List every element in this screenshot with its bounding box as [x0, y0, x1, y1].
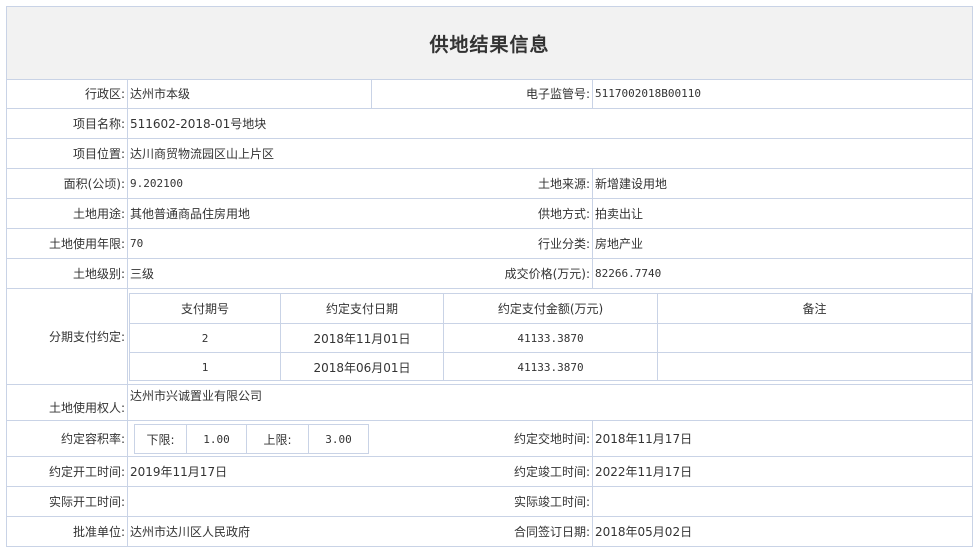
label-handover-time: 约定交地时间: [513, 432, 590, 446]
cell-period: 2 [130, 324, 281, 352]
label-land-use: 土地用途: [72, 207, 125, 221]
row-land-user: 土地使用权人: 达州市兴诚置业有限公司 [7, 385, 972, 421]
value-e-supervision-no: 5117002018B00110 [595, 87, 701, 100]
label-use-years: 土地使用年限: [48, 237, 125, 251]
row-use-years: 土地使用年限: 70 行业分类: 房地产业 [7, 229, 972, 259]
row-actual-start: 实际开工时间: 实际竣工时间: [7, 487, 972, 517]
value-actual-start [128, 487, 371, 516]
value-industry: 房地产业 [595, 237, 644, 251]
far-range-box: 下限: 1.00 上限: 3.00 [134, 424, 369, 454]
far-upper-label: 上限: [247, 425, 309, 453]
label-deal-price: 成交价格(万元): [504, 267, 590, 281]
value-supply-method: 拍卖出让 [595, 207, 644, 221]
label-admin-area: 行政区: [84, 87, 125, 101]
value-admin-area: 达州市本级 [130, 87, 191, 101]
label-supply-method: 供地方式: [537, 207, 590, 221]
label-project-name: 项目名称: [72, 117, 125, 131]
label-contract-date: 合同签订日期: [513, 525, 590, 539]
header-note: 备注 [802, 302, 827, 316]
row-project-location: 项目位置: 达川商贸物流园区山上片区 [7, 139, 972, 169]
cell-period: 1 [130, 353, 281, 381]
value-project-location: 达川商贸物流园区山上片区 [130, 147, 275, 161]
value-start-time: 2019年11月17日 [130, 465, 228, 479]
row-far: 约定容积率: 下限: 1.00 上限: 3.00 约定交地时间: 2018年11… [7, 421, 972, 457]
label-land-grade: 土地级别: [72, 267, 125, 281]
header-period: 支付期号 [130, 294, 281, 323]
installments-header-row: 支付期号 约定支付日期 约定支付金额(万元) 备注 [130, 294, 971, 324]
label-installments: 分期支付约定: [48, 330, 125, 344]
installments-table: 支付期号 约定支付日期 约定支付金额(万元) 备注 2 2018年11月01日 … [129, 293, 972, 381]
value-use-years: 70 [130, 237, 144, 250]
far-upper-value: 3.00 [325, 432, 352, 446]
row-land-use: 土地用途: 其他普通商品住房用地 供地方式: 拍卖出让 [7, 199, 972, 229]
table-row: 1 2018年06月01日 41133.3870 [130, 353, 971, 381]
value-approval-unit: 达州市达川区人民政府 [130, 525, 251, 539]
value-land-grade: 三级 [130, 267, 155, 281]
row-land-grade: 土地级别: 三级 成交价格(万元): 82266.7740 [7, 259, 972, 289]
value-actual-completion [593, 487, 963, 516]
cell-note [658, 353, 971, 381]
far-lower-value: 1.00 [187, 425, 247, 453]
label-actual-completion: 实际竣工时间: [513, 495, 590, 509]
cell-date: 2018年06月01日 [281, 353, 444, 381]
label-land-source: 土地来源: [537, 177, 590, 191]
label-completion-time: 约定竣工时间: [513, 465, 590, 479]
row-project-name: 项目名称: 511602-2018-01号地块 [7, 109, 972, 139]
value-handover-time: 2018年11月17日 [595, 432, 693, 446]
row-start-time: 约定开工时间: 2019年11月17日 约定竣工时间: 2022年11月17日 [7, 457, 972, 487]
row-area: 面积(公顷): 9.202100 土地来源: 新增建设用地 [7, 169, 972, 199]
title-bar: 供地结果信息 [7, 7, 972, 80]
cell-date: 2018年11月01日 [281, 324, 444, 352]
label-approval-unit: 批准单位: [72, 525, 125, 539]
label-start-time: 约定开工时间: [48, 465, 125, 479]
cell-amount: 41133.3870 [444, 353, 658, 381]
supply-result-panel: 供地结果信息 行政区: 达州市本级 电子监管号: 5117002018B0011… [6, 6, 973, 547]
label-actual-start: 实际开工时间: [48, 495, 125, 509]
row-installments: 分期支付约定: 支付期号 约定支付日期 约定支付金额(万元) 备注 2 2018… [7, 289, 972, 385]
value-contract-date: 2018年05月02日 [595, 525, 693, 539]
row-approval: 批准单位: 达州市达川区人民政府 合同签订日期: 2018年05月02日 [7, 517, 972, 546]
label-far: 约定容积率: [60, 432, 125, 446]
label-area: 面积(公顷): [63, 177, 125, 191]
label-industry: 行业分类: [537, 237, 590, 251]
label-land-user: 土地使用权人: [48, 401, 125, 415]
page-title: 供地结果信息 [429, 33, 550, 56]
value-land-source: 新增建设用地 [595, 177, 668, 191]
header-amount: 约定支付金额(万元) [444, 294, 658, 323]
value-project-name: 511602-2018-01号地块 [130, 117, 267, 131]
label-project-location: 项目位置: [72, 147, 125, 161]
value-deal-price: 82266.7740 [595, 267, 662, 280]
label-e-supervision-no: 电子监管号: [525, 87, 590, 101]
value-area: 9.202100 [130, 177, 183, 190]
cell-amount: 41133.3870 [444, 324, 658, 352]
table-row: 2 2018年11月01日 41133.3870 [130, 324, 971, 353]
header-date: 约定支付日期 [281, 294, 444, 323]
far-lower-label: 下限: [135, 425, 187, 453]
value-land-user: 达州市兴诚置业有限公司 [130, 389, 263, 403]
cell-note [658, 324, 971, 352]
value-completion-time: 2022年11月17日 [595, 465, 693, 479]
row-admin-area: 行政区: 达州市本级 电子监管号: 5117002018B00110 [7, 79, 972, 109]
value-land-use: 其他普通商品住房用地 [130, 207, 251, 221]
